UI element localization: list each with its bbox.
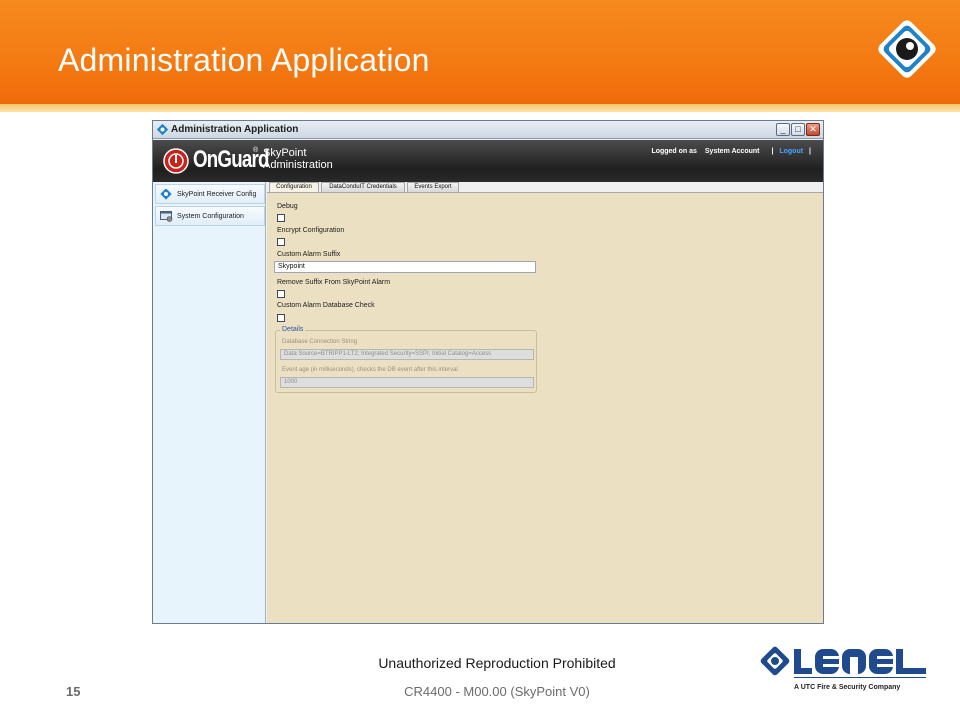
minimize-button[interactable]: _ (776, 123, 790, 136)
remove-suffix-label: Remove Suffix From SkyPoint Alarm (277, 279, 391, 286)
eye-logo-icon (878, 20, 936, 78)
tab-strip: Configuration DataConduIT Credentials Ev… (267, 182, 823, 193)
window-title: Administration Application (171, 124, 299, 135)
system-config-icon (160, 211, 173, 222)
maximize-button[interactable]: □ (791, 123, 805, 136)
slide-header-band (0, 104, 960, 112)
debug-checkbox[interactable] (277, 214, 285, 222)
separator-end: | (809, 148, 811, 155)
window-titlebar[interactable]: Administration Application _ □ ✕ (153, 121, 823, 139)
details-title: Details (280, 326, 306, 333)
tab-events-export[interactable]: Events Export (407, 182, 459, 192)
product-name: SkyPoint Administration (263, 147, 333, 171)
account-name: System Account (704, 148, 760, 155)
debug-label: Debug (277, 203, 298, 210)
logged-on-label: Logged on as (651, 148, 697, 155)
suffix-input[interactable]: Skypoint (274, 261, 536, 273)
event-age-field[interactable]: 1000 (280, 377, 534, 388)
app-window: Administration Application _ □ ✕ OnGuard… (152, 120, 824, 624)
app-header: OnGuard ® SkyPoint Administration Logged… (153, 140, 823, 182)
db-check-label: Custom Alarm Database Check (277, 302, 375, 309)
product-line-1: SkyPoint (263, 147, 307, 159)
logon-info: Logged on as System Account | Logout | (651, 148, 815, 155)
sidebar-item-label: System Configuration (177, 213, 244, 220)
configuration-panel: Debug Encrypt Configuration Custom Alarm… (267, 192, 823, 623)
remove-suffix-checkbox[interactable] (277, 290, 285, 298)
details-group: Details Database Connection String Data … (275, 326, 537, 393)
encrypt-label: Encrypt Configuration (277, 227, 345, 234)
app-icon (157, 124, 168, 135)
brand-tagline: A UTC Fire & Security Company (794, 684, 901, 691)
tab-dataconduit-credentials[interactable]: DataConduIT Credentials (321, 182, 405, 192)
sidebar: SkyPoint Receiver Config System Configur… (153, 182, 266, 623)
close-button[interactable]: ✕ (806, 123, 820, 136)
encrypt-checkbox[interactable] (277, 238, 285, 246)
db-check-checkbox[interactable] (277, 314, 285, 322)
conn-string-field[interactable]: Data Source=BTRIPP1-LT2; Integrated Secu… (280, 349, 534, 360)
separator: | (771, 148, 774, 155)
receiver-icon (160, 189, 172, 200)
slide-title: Administration Application (58, 42, 430, 78)
registered-mark: ® (253, 147, 259, 154)
logout-link[interactable]: Logout (779, 148, 803, 155)
sidebar-item-label: SkyPoint Receiver Config (177, 191, 257, 198)
event-age-label: Event age (in milliseconds), checks the … (282, 367, 458, 373)
conn-string-label: Database Connection String (282, 339, 358, 345)
onguard-logo-icon (163, 148, 189, 174)
product-line-2: Administration (263, 159, 333, 171)
suffix-label: Custom Alarm Suffix (277, 251, 341, 258)
sidebar-item-system-configuration[interactable]: System Configuration (155, 206, 265, 226)
sidebar-item-receiver-config[interactable]: SkyPoint Receiver Config (155, 184, 265, 204)
